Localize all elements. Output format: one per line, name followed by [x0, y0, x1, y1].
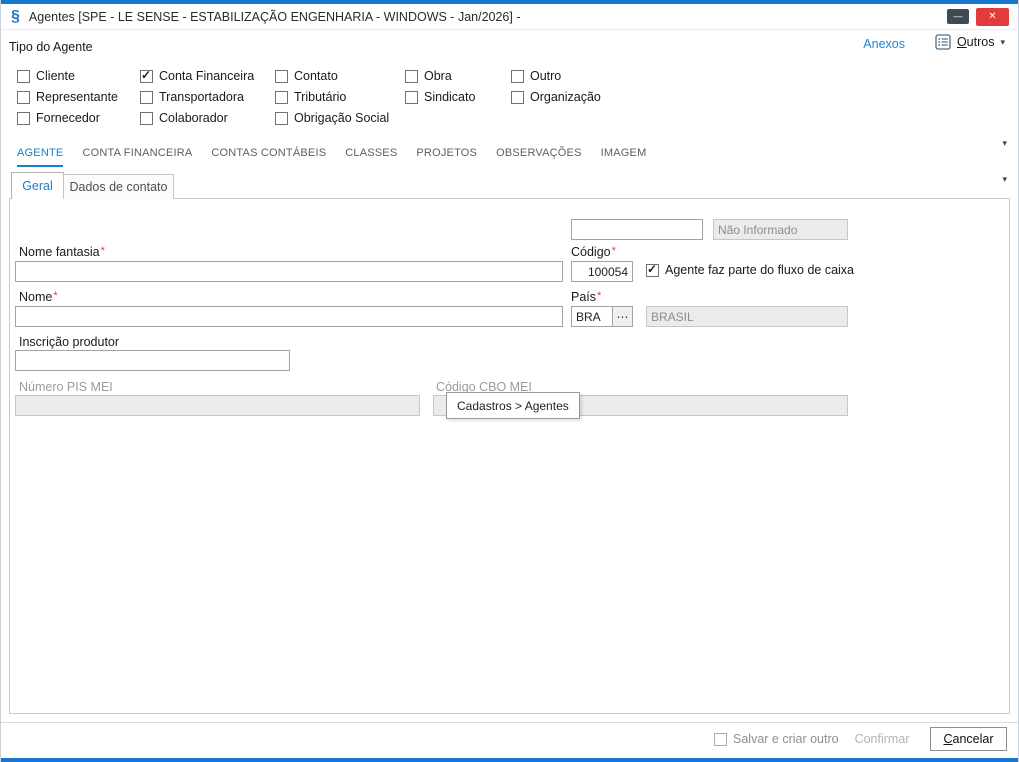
agent-type-colaborador-checkbox[interactable] — [140, 111, 153, 125]
agent-type-fornecedor[interactable]: Fornecedor — [17, 111, 140, 125]
titlebar: § Agentes [SPE - LE SENSE - ESTABILIZAÇÃ… — [1, 4, 1018, 30]
nome-fantasia-label: Nome fantasia* — [19, 245, 105, 259]
agent-type-transportadora[interactable]: Transportadora — [140, 90, 275, 104]
fluxo-caixa-checkbox-row[interactable]: Agente faz parte do fluxo de caixa — [646, 262, 855, 277]
agent-type-representante[interactable]: Representante — [17, 90, 140, 104]
agent-type-grid: Cliente Conta Financeira Contato Obra Ou… — [17, 68, 651, 125]
list-icon — [935, 34, 951, 50]
window-title: Agentes [SPE - LE SENSE - ESTABILIZAÇÃO … — [28, 9, 521, 24]
main-tab-strip: AGENTE CONTA FINANCEIRA CONTAS CONTÁBEIS… — [17, 147, 646, 167]
agent-type-representante-checkbox[interactable] — [17, 90, 30, 104]
required-mark: * — [611, 245, 616, 257]
outros-label: Outros — [956, 35, 995, 49]
sub-tabs-overflow-icon[interactable]: ▾ — [1002, 174, 1007, 185]
agent-type-obra-checkbox[interactable] — [405, 69, 418, 83]
agent-type-contato-checkbox[interactable] — [275, 69, 288, 83]
agent-type-cliente-checkbox[interactable] — [17, 69, 30, 83]
tab-projetos[interactable]: PROJETOS — [416, 147, 477, 167]
pais-label: País* — [571, 290, 602, 304]
tab-geral[interactable]: Geral — [11, 172, 64, 199]
agent-type-sindicato[interactable]: Sindicato — [405, 90, 511, 104]
minimize-button[interactable]: — — [947, 9, 969, 24]
inscricao-produtor-label: Inscrição produtor — [19, 335, 120, 349]
agent-type-organizacao-checkbox[interactable] — [511, 90, 524, 104]
close-button[interactable]: ✕ — [976, 7, 1009, 26]
required-mark: * — [53, 290, 58, 302]
top-description-field — [713, 219, 848, 240]
fluxo-caixa-checkbox[interactable] — [646, 262, 659, 277]
tab-observacoes[interactable]: OBSERVAÇÕES — [496, 147, 582, 167]
inscricao-produtor-field[interactable] — [15, 350, 290, 371]
tab-contas-contabeis[interactable]: CONTAS CONTÁBEIS — [211, 147, 326, 167]
pais-lookup-button[interactable]: ⋯ — [613, 306, 633, 327]
pais-field[interactable] — [571, 306, 613, 327]
minimize-icon: — — [953, 11, 963, 21]
agent-type-fornecedor-checkbox[interactable] — [17, 111, 30, 125]
app-window: § Agentes [SPE - LE SENSE - ESTABILIZAÇÃ… — [0, 0, 1019, 762]
tab-imagem[interactable]: IMAGEM — [601, 147, 647, 167]
nome-fantasia-field[interactable] — [15, 261, 563, 282]
nome-label: Nome* — [19, 290, 58, 304]
main-tabs-overflow-icon[interactable]: ▾ — [1002, 138, 1007, 149]
nome-field[interactable] — [15, 306, 563, 327]
fluxo-caixa-label: Agente faz parte do fluxo de caixa — [665, 263, 855, 277]
agent-type-organizacao[interactable]: Organização — [511, 90, 651, 104]
required-mark: * — [100, 245, 105, 257]
agent-type-obrigacao-social-checkbox[interactable] — [275, 111, 288, 125]
numero-pis-mei-label: Número PIS MEI — [19, 380, 113, 394]
chevron-down-icon: ▾ — [1000, 36, 1005, 47]
agent-type-outro-checkbox[interactable] — [511, 69, 524, 83]
pais-description-field — [646, 306, 848, 327]
anexos-link[interactable]: Anexos — [863, 37, 905, 51]
agent-type-conta-financeira[interactable]: Conta Financeira — [140, 68, 275, 83]
agent-type-section-title: Tipo do Agente — [9, 40, 93, 54]
codigo-cbo-mei-description-field — [573, 395, 848, 416]
codigo-field[interactable] — [571, 261, 633, 282]
agent-type-obrigacao-social[interactable]: Obrigação Social — [275, 111, 405, 125]
ellipsis-icon: ⋯ — [616, 309, 629, 324]
agent-type-outro[interactable]: Outro — [511, 69, 651, 83]
agent-type-obra[interactable]: Obra — [405, 69, 511, 83]
codigo-label: Código* — [571, 245, 616, 259]
agent-type-contato[interactable]: Contato — [275, 69, 405, 83]
breadcrumb-tooltip: Cadastros > Agentes — [446, 392, 580, 419]
agent-type-tributario-checkbox[interactable] — [275, 90, 288, 104]
save-and-create-checkbox-row[interactable]: Salvar e criar outro — [714, 732, 839, 746]
numero-pis-mei-field — [15, 395, 420, 416]
agent-type-cliente[interactable]: Cliente — [17, 69, 140, 83]
cancelar-label: Cancelar — [943, 732, 994, 746]
app-logo-icon: § — [11, 7, 20, 25]
cancelar-button[interactable]: Cancelar — [930, 727, 1007, 751]
top-code-field[interactable] — [571, 219, 703, 240]
footer-divider — [1, 722, 1018, 723]
agent-type-sindicato-checkbox[interactable] — [405, 90, 418, 104]
confirmar-button[interactable]: Confirmar — [846, 727, 918, 751]
tab-agente[interactable]: AGENTE — [17, 147, 64, 167]
agent-type-conta-financeira-checkbox[interactable] — [140, 68, 153, 83]
outros-button[interactable]: Outros ▾ — [935, 34, 1005, 50]
tab-classes[interactable]: CLASSES — [345, 147, 397, 167]
tab-conta-financeira[interactable]: CONTA FINANCEIRA — [82, 147, 192, 167]
tab-dados-de-contato[interactable]: Dados de contato — [63, 174, 174, 199]
save-and-create-label: Salvar e criar outro — [733, 732, 839, 746]
required-mark: * — [597, 290, 602, 302]
window-accent-bottom — [1, 758, 1018, 762]
agent-type-colaborador[interactable]: Colaborador — [140, 111, 275, 125]
close-icon: ✕ — [988, 11, 997, 22]
agent-type-transportadora-checkbox[interactable] — [140, 90, 153, 104]
save-and-create-checkbox[interactable] — [714, 732, 727, 746]
pais-lookup-group: ⋯ — [571, 306, 633, 327]
agent-type-tributario[interactable]: Tributário — [275, 90, 405, 104]
